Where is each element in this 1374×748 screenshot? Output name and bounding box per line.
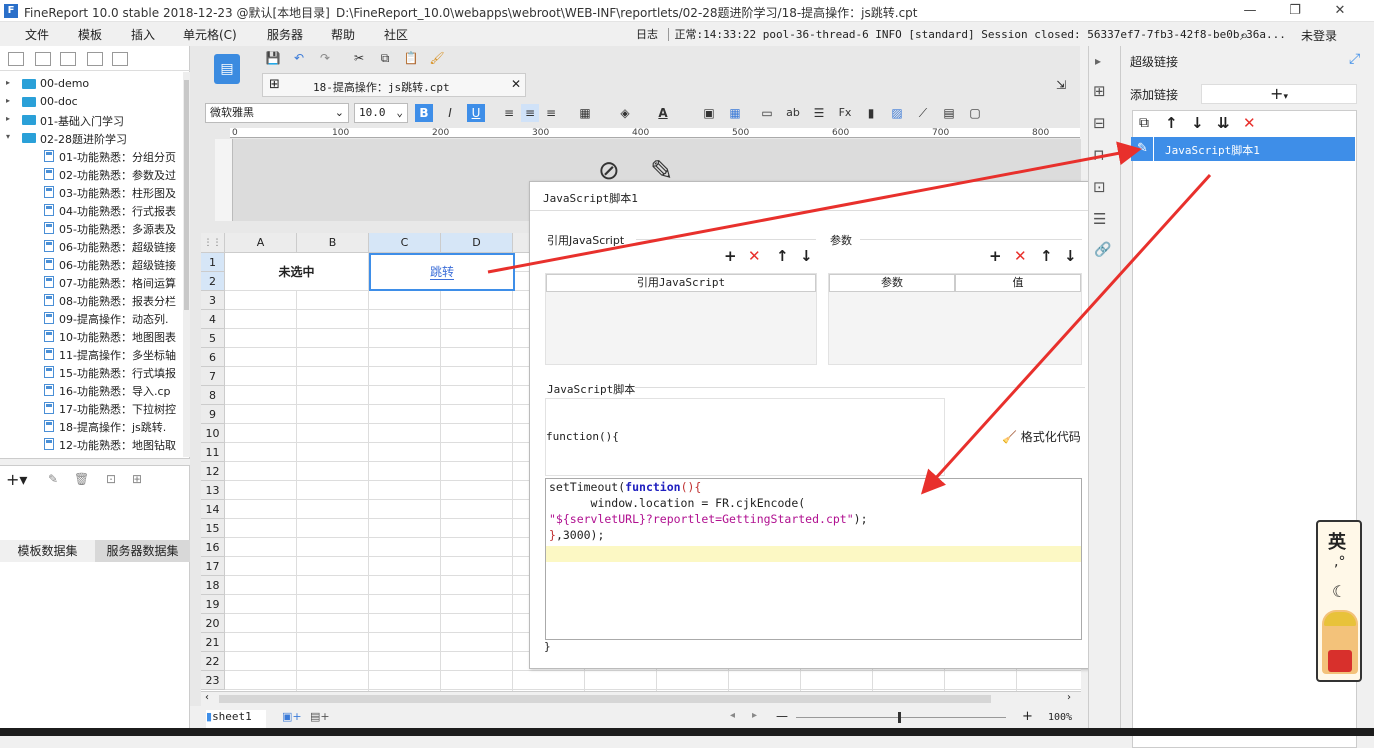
ime-char: 英 bbox=[1328, 532, 1346, 553]
ime-punct: ,° bbox=[1334, 554, 1346, 570]
moon-icon: ☾ bbox=[1332, 582, 1347, 601]
arrow-to-code bbox=[920, 173, 1212, 495]
ime-widget[interactable]: 英 ,° ☾ bbox=[1316, 520, 1362, 682]
cartoon-mascot bbox=[1322, 610, 1358, 674]
annotation-arrows bbox=[487, 141, 1212, 495]
arrow-to-link bbox=[487, 141, 1142, 274]
taskbar-strip bbox=[0, 728, 1374, 736]
